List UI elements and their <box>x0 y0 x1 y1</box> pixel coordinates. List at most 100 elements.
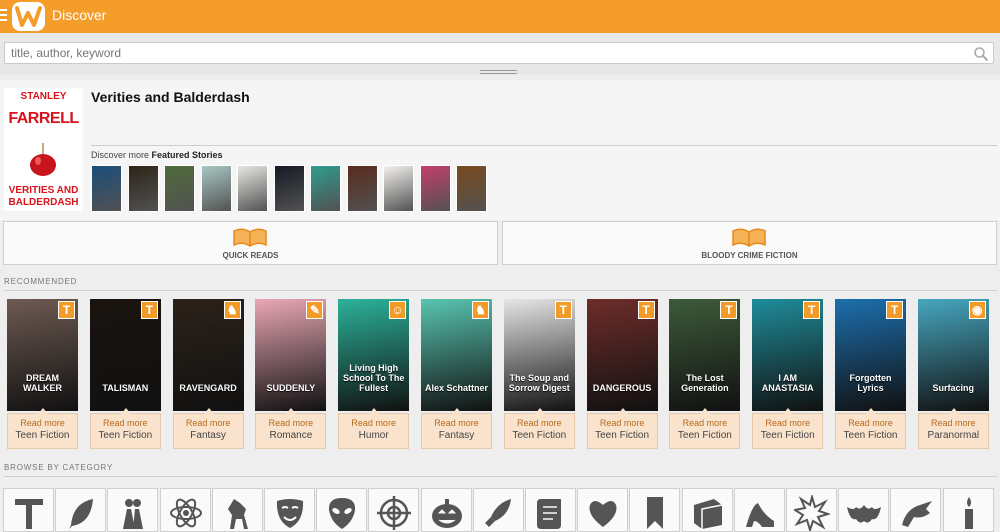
story-cover[interactable]: Surfacing ◉ <box>917 299 989 411</box>
featured-thumbnail[interactable] <box>346 165 378 212</box>
story-cover-title: The Lost Generation <box>681 373 729 393</box>
read-more-button[interactable]: Read more Fantasy <box>172 408 244 449</box>
category-dragon-button[interactable] <box>890 488 942 532</box>
featured-thumbnail[interactable] <box>419 165 451 212</box>
story-cover[interactable]: Alex Schattner ♞ <box>421 299 492 411</box>
read-more-button[interactable]: Read more Teen Fiction <box>7 408 78 449</box>
read-more-button[interactable]: Read more Teen Fiction <box>669 408 741 449</box>
category-bat-button[interactable] <box>838 488 890 532</box>
featured-thumbnail[interactable] <box>310 165 341 212</box>
featured-thumbnail[interactable] <box>273 165 305 212</box>
category-starburst-button[interactable] <box>786 488 837 532</box>
featured-thumbnail[interactable] <box>91 165 122 212</box>
story-card[interactable]: The Lost Generation T Read more Teen Fictio… <box>669 299 741 451</box>
story-card[interactable]: RAVENGARD ♞ Read more Fantasy <box>172 299 244 451</box>
search-bar <box>0 33 1000 75</box>
read-more-button[interactable]: Read more Humor <box>338 408 410 449</box>
story-card[interactable]: DREAM WALKER T Read more Teen Fiction <box>7 299 78 451</box>
scroll-icon <box>537 499 561 529</box>
crosshair-icon <box>377 496 412 530</box>
category-bookmark-button[interactable] <box>629 488 681 532</box>
story-card[interactable]: Forgotten Lyrics T Read more Teen Fiction <box>835 299 906 451</box>
genre-label: Teen Fiction <box>15 430 70 441</box>
story-card[interactable]: Alex Schattner ♞ Read more Fantasy <box>421 299 492 451</box>
genre-label: Fantasy <box>190 430 226 441</box>
category-mask-button[interactable] <box>264 488 315 532</box>
story-cover[interactable]: RAVENGARD ♞ <box>172 299 244 411</box>
read-more-button[interactable]: Read more Teen Fiction <box>835 408 906 449</box>
category-alien-button[interactable] <box>316 488 368 532</box>
genre-badge-icon: T <box>58 301 75 319</box>
quick-reads-button[interactable]: QUICK READS <box>3 221 498 265</box>
story-cover[interactable]: Forgotten Lyrics T <box>835 299 906 411</box>
story-cover-title: The Soup and Sorrow Digest <box>508 373 570 393</box>
category-feather-button[interactable] <box>55 488 107 532</box>
story-cover[interactable]: SUDDENLY ✎ <box>255 299 327 411</box>
read-more-label: Read more <box>517 418 562 428</box>
featured-thumbnail[interactable] <box>383 165 414 212</box>
read-more-label: Read more <box>931 418 976 428</box>
story-card[interactable]: SUDDENLY ✎ Read more Romance <box>255 299 327 451</box>
genre-badge-icon: ♞ <box>472 301 489 319</box>
search-icon[interactable] <box>973 46 989 62</box>
story-cover-title: I AM ANASTASIA <box>761 373 814 393</box>
genre-badge-icon: ☺ <box>389 301 407 319</box>
read-more-button[interactable]: Read more Romance <box>255 408 327 449</box>
featured-thumbnail[interactable] <box>127 165 159 212</box>
story-cover[interactable]: The Soup and Sorrow Digest T <box>503 299 575 411</box>
rocket-icon <box>484 499 511 527</box>
category-scroll-button[interactable] <box>525 488 576 532</box>
read-more-button[interactable]: Read more Teen Fiction <box>752 408 824 449</box>
category-heart-button[interactable] <box>577 488 629 532</box>
genre-label: Humor <box>358 430 389 441</box>
story-cover[interactable]: I AM ANASTASIA T <box>752 299 824 411</box>
category-high-heel-button[interactable] <box>733 488 785 532</box>
featured-title[interactable]: Verities and Balderdash <box>91 89 250 105</box>
category-atom-button[interactable] <box>159 488 211 532</box>
genre-label: Teen Fiction <box>98 430 153 441</box>
story-card[interactable]: TALISMAN T Read more Teen Fiction <box>89 299 161 451</box>
featured-thumbnail[interactable] <box>200 165 232 212</box>
story-cover[interactable]: TALISMAN T <box>89 299 161 411</box>
genre-badge-icon: ✎ <box>306 301 324 319</box>
search-input[interactable] <box>4 42 994 64</box>
category-romance-couple-button[interactable] <box>107 488 159 532</box>
bloody-crime-fiction-button[interactable]: BLOODY CRIME FICTION <box>502 221 997 265</box>
category-pumpkin-button[interactable] <box>420 488 472 532</box>
category-crosshair-button[interactable] <box>368 488 420 532</box>
read-more-button[interactable]: Read more Teen Fiction <box>89 408 161 449</box>
story-card[interactable]: The Soup and Sorrow Digest T Read more Teen… <box>503 299 575 451</box>
story-card[interactable]: Living High School To The Fullest ☺ Read m… <box>338 299 410 451</box>
drag-handle[interactable] <box>480 70 517 76</box>
read-more-button[interactable]: Read more Teen Fiction <box>586 408 658 449</box>
read-more-button[interactable]: Read more Fantasy <box>421 408 492 449</box>
genre-label: Romance <box>269 430 313 441</box>
read-more-button[interactable]: Read more Paranormal <box>917 408 989 449</box>
genre-badge-icon: T <box>140 301 158 319</box>
featured-thumbnail[interactable] <box>456 165 487 212</box>
category-book-button[interactable] <box>681 488 733 532</box>
featured-thumbnail[interactable] <box>237 165 268 212</box>
wattpad-logo-icon[interactable] <box>12 2 45 31</box>
featured-thumbnail[interactable] <box>164 165 195 212</box>
atom-icon <box>169 498 202 528</box>
discover-more-text[interactable]: Discover more Featured Stories <box>91 150 223 160</box>
story-cover[interactable]: The Lost Generation T <box>669 299 741 411</box>
story-card[interactable]: I AM ANASTASIA T Read more Teen Fiction <box>752 299 824 451</box>
category-rocket-button[interactable] <box>472 488 524 532</box>
featured-cover[interactable]: STANLEY FARRELL VERITIES AND BALDERDASH <box>4 88 83 211</box>
read-more-label: Read more <box>434 418 479 428</box>
read-more-button[interactable]: Read more Teen Fiction <box>503 408 575 449</box>
story-cover[interactable]: Living High School To The Fullest ☺ <box>338 299 410 411</box>
story-cover[interactable]: DANGEROUS T <box>586 299 658 411</box>
hamburger-icon[interactable] <box>0 6 8 24</box>
pumpkin-icon <box>431 499 462 528</box>
divider <box>4 290 997 291</box>
category-candle-button[interactable] <box>942 488 994 532</box>
category-horse-button[interactable] <box>211 488 263 532</box>
story-card[interactable]: Surfacing ◉ Read more Paranormal <box>917 299 989 451</box>
bat-icon <box>847 505 882 523</box>
story-card[interactable]: DANGEROUS T Read more Teen Fiction <box>586 299 658 451</box>
category-t-letter-button[interactable] <box>3 488 54 532</box>
story-cover[interactable]: DREAM WALKER T <box>7 299 78 411</box>
